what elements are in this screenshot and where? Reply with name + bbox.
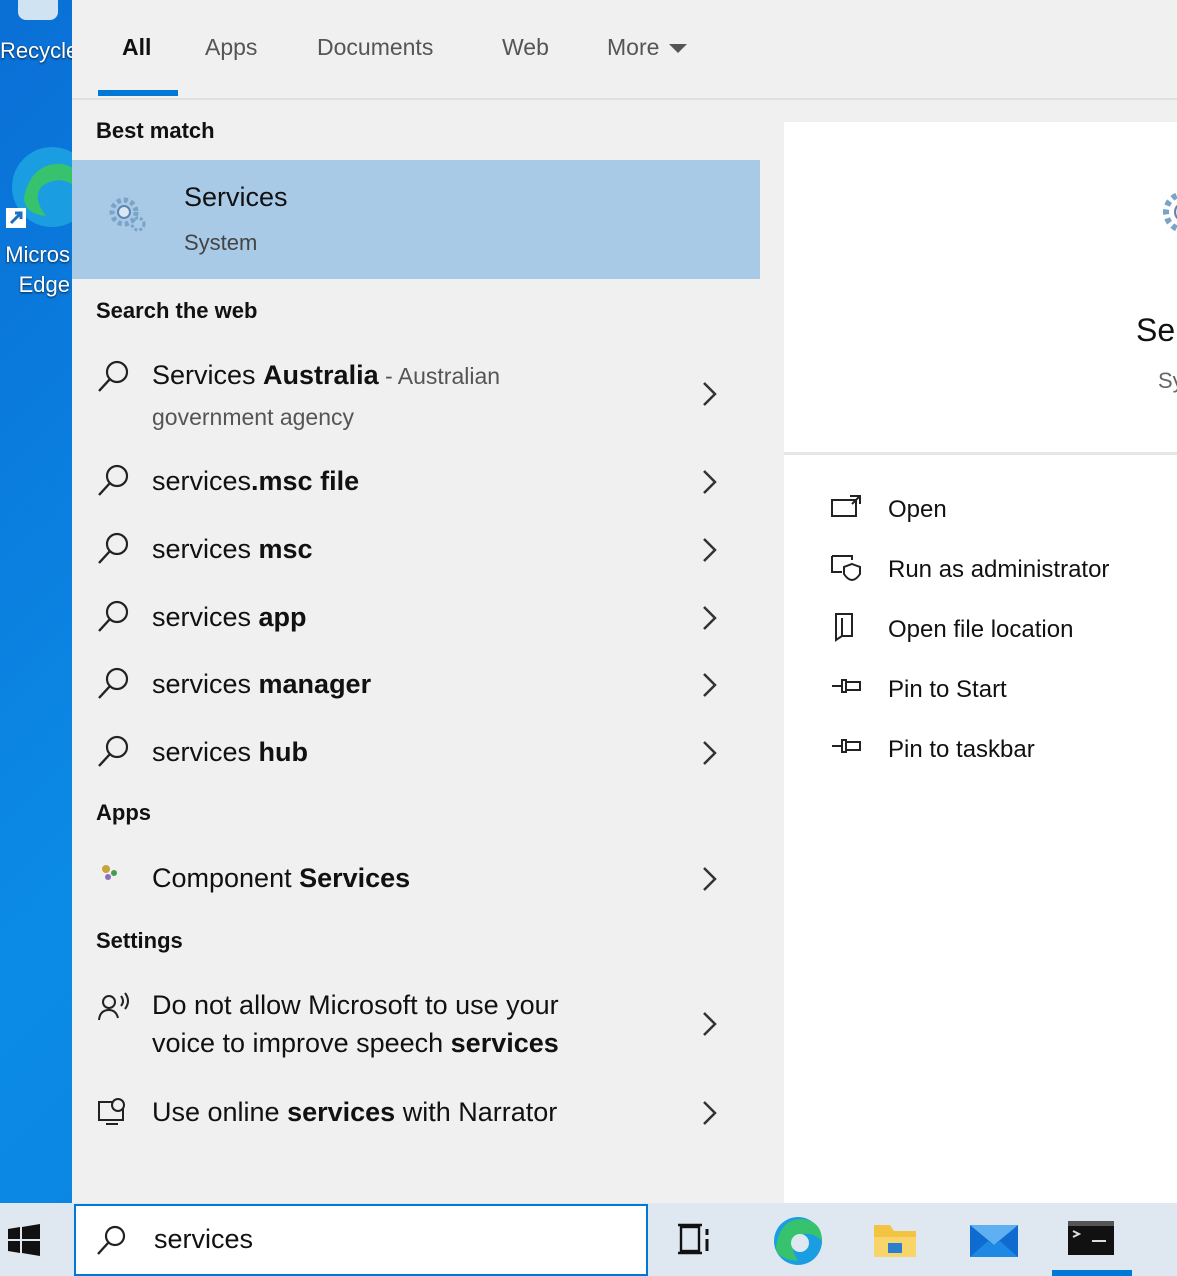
chevron-right-icon [703, 673, 717, 697]
setting-text: Use online services with Narrator [152, 1097, 558, 1127]
setting-text-line2: voice to improve speech services [152, 1028, 559, 1058]
services-gear-icon [1163, 192, 1177, 232]
search-icon [98, 600, 129, 632]
search-icon [98, 735, 129, 767]
edge-desktop-icon[interactable] [2, 142, 82, 232]
web-result-services-hub[interactable]: services hub [72, 729, 760, 777]
chevron-right-icon [703, 606, 717, 630]
preview-divider [784, 452, 1177, 455]
tab-web[interactable]: Web [502, 34, 549, 61]
search-panel: All Apps Documents Web More Best match S… [72, 0, 1177, 1203]
search-web-heading: Search the web [96, 298, 258, 323]
caret-down-icon [669, 44, 688, 54]
task-view-icon[interactable] [662, 1203, 732, 1276]
file-explorer-icon[interactable] [860, 1203, 930, 1276]
search-icon [98, 667, 129, 699]
edge-label-line1: Micros [5, 242, 70, 267]
app-result-component-services[interactable]: Component Services [72, 855, 760, 903]
edge-taskbar-icon[interactable] [762, 1203, 832, 1276]
tab-more[interactable]: More [607, 34, 688, 61]
mail-icon[interactable] [958, 1203, 1028, 1276]
tab-documents[interactable]: Documents [317, 34, 433, 61]
recycle-bin-icon[interactable] [18, 0, 58, 20]
search-icon [98, 360, 129, 392]
tab-apps[interactable]: Apps [205, 34, 257, 61]
action-run-as-admin[interactable]: Run as administrator [830, 550, 1170, 590]
active-app-indicator [1052, 1270, 1132, 1276]
web-result-services-msc[interactable]: services msc [72, 526, 760, 574]
preview-title: Ser [1136, 312, 1177, 348]
tab-all[interactable]: All [122, 34, 151, 61]
web-result-services-australia[interactable]: Services Australia - Australian governme… [72, 352, 760, 442]
best-match-title: Services [184, 182, 288, 212]
preview-pane: Ser Sy Open Run as administrator Open fi… [784, 122, 1177, 1203]
web-result-text: services manager [152, 669, 372, 699]
search-icon [97, 1225, 126, 1255]
tab-more-label: More [607, 34, 660, 60]
web-result-text: services msc [152, 534, 313, 564]
services-gear-icon [109, 197, 146, 232]
chevron-right-icon [703, 867, 717, 891]
pin-icon [832, 739, 861, 753]
app-result-text: Component Services [152, 863, 411, 893]
action-label: Run as administrator [888, 556, 1110, 583]
action-label: Open [888, 496, 947, 523]
chevron-right-icon [703, 538, 717, 562]
setting-text-line1: Do not allow Microsoft to use your [152, 990, 559, 1020]
edge-label-line2: Edge [18, 272, 70, 297]
search-icon [98, 532, 129, 564]
web-result-text: services app [152, 602, 307, 632]
taskbar [0, 1203, 1177, 1276]
action-open-file-location[interactable]: Open file location [830, 610, 1170, 650]
open-icon [831, 495, 861, 517]
narrator-icon [98, 1098, 125, 1125]
file-location-icon [835, 613, 853, 642]
shield-icon [831, 555, 861, 582]
action-open[interactable]: Open [830, 490, 1170, 530]
web-result-text: services.msc file [152, 466, 360, 496]
setting-narrator-online-services[interactable]: Use online services with Narrator [72, 1089, 760, 1137]
action-pin-to-taskbar[interactable]: Pin to taskbar [830, 730, 1170, 770]
web-result-desc-line2: government agency [152, 404, 355, 430]
web-result-text: services hub [152, 737, 309, 767]
active-tab-indicator [98, 90, 178, 96]
action-label: Pin to Start [888, 676, 1007, 703]
setting-speech-services[interactable]: Do not allow Microsoft to use your voice… [72, 984, 760, 1066]
search-tabs: All Apps Documents Web More [72, 0, 1177, 100]
chevron-right-icon [703, 382, 717, 406]
search-icon [98, 464, 129, 496]
best-match-services[interactable]: Services System [72, 160, 760, 279]
component-services-icon [102, 865, 117, 880]
web-result-services-msc-file[interactable]: services.msc file [72, 458, 760, 506]
web-result-text: Services Australia - Australian [152, 360, 501, 390]
apps-heading: Apps [96, 800, 151, 825]
settings-heading: Settings [96, 928, 183, 953]
action-pin-to-start[interactable]: Pin to Start [830, 670, 1170, 710]
windows-start-icon[interactable] [0, 1203, 72, 1276]
chevron-right-icon [703, 470, 717, 494]
web-result-services-manager[interactable]: services manager [72, 661, 760, 709]
chevron-right-icon [703, 1101, 717, 1125]
recycle-bin-label: Recycle [0, 38, 79, 63]
web-result-services-app[interactable]: services app [72, 594, 760, 642]
action-label: Pin to taskbar [888, 736, 1035, 763]
taskbar-search-box[interactable] [74, 1204, 648, 1276]
command-prompt-icon[interactable] [1056, 1203, 1126, 1276]
best-match-heading: Best match [96, 118, 215, 143]
speech-icon [98, 992, 129, 1021]
edge-desktop-label: Micros Edge [0, 240, 70, 300]
taskbar-search-input[interactable] [152, 1218, 626, 1260]
best-match-subtitle: System [184, 230, 258, 255]
preview-subtitle: Sy [1158, 368, 1177, 393]
chevron-right-icon [703, 741, 717, 765]
action-label: Open file location [888, 616, 1074, 643]
chevron-right-icon [703, 1012, 717, 1036]
pin-icon [832, 679, 861, 693]
